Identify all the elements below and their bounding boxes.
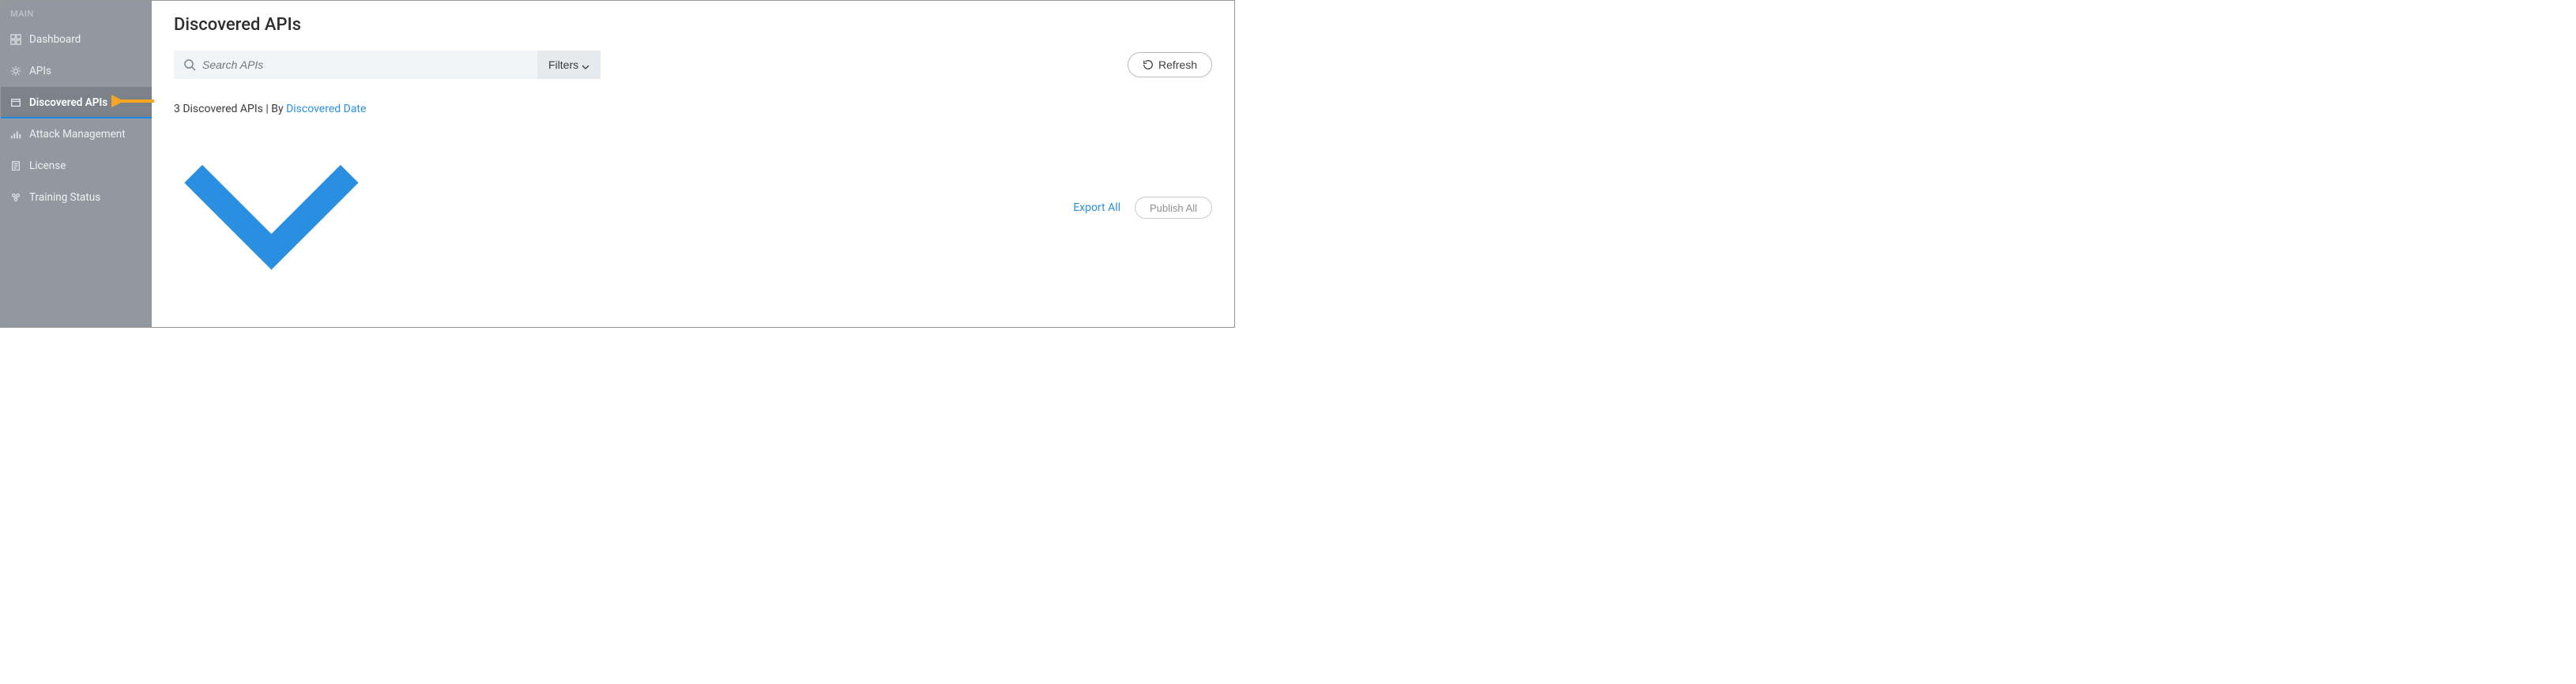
sort-by-link[interactable]: Discovered Date (174, 103, 369, 314)
sidebar-item-apis[interactable]: APIs (1, 55, 152, 87)
count-prefix: 3 Discovered APIs | By (174, 103, 286, 115)
export-all-link[interactable]: Export All (1073, 201, 1120, 214)
sidebar-item-attack-management[interactable]: Attack Management (1, 118, 152, 150)
sidebar-item-dashboard[interactable]: Dashboard (1, 24, 152, 55)
sidebar: MAIN Dashboard APIs Discovered APIs (1, 1, 152, 327)
refresh-label: Refresh (1158, 58, 1197, 71)
search-input[interactable] (202, 58, 528, 71)
sidebar-item-discovered-apis[interactable]: Discovered APIs (1, 87, 152, 118)
sidebar-item-label: Attack Management (29, 128, 126, 141)
refresh-button[interactable]: Refresh (1128, 52, 1212, 77)
sidebar-item-label: Training Status (29, 191, 100, 204)
training-icon (10, 192, 21, 203)
search-box[interactable] (174, 51, 537, 79)
result-count: 3 Discovered APIs | By Discovered Date (174, 103, 369, 314)
sidebar-item-label: APIs (29, 65, 51, 77)
sidebar-item-label: License (29, 160, 66, 172)
sidebar-section-header: MAIN (1, 1, 152, 24)
chevron-down-icon (174, 301, 369, 314)
chevron-down-icon (582, 61, 589, 69)
sort-by-label: Discovered Date (286, 103, 366, 115)
refresh-icon (1143, 59, 1154, 70)
discovered-apis-icon (10, 97, 21, 108)
license-icon (10, 160, 21, 171)
apis-icon (10, 66, 21, 77)
page-title: Discovered APIs (174, 15, 1212, 35)
publish-all-button[interactable]: Publish All (1135, 197, 1212, 219)
sidebar-item-label: Dashboard (29, 33, 81, 46)
dashboard-icon (10, 34, 21, 45)
filters-label: Filters (548, 58, 578, 71)
sidebar-item-training-status[interactable]: Training Status (1, 182, 152, 213)
filters-button[interactable]: Filters (537, 51, 601, 79)
attack-icon (10, 129, 21, 140)
search-icon (183, 58, 196, 71)
sidebar-item-label: Discovered APIs (29, 96, 107, 109)
annotation-arrow-left-icon (111, 94, 156, 111)
main-content: Discovered APIs Filters (152, 1, 1234, 327)
sidebar-item-license[interactable]: License (1, 150, 152, 182)
